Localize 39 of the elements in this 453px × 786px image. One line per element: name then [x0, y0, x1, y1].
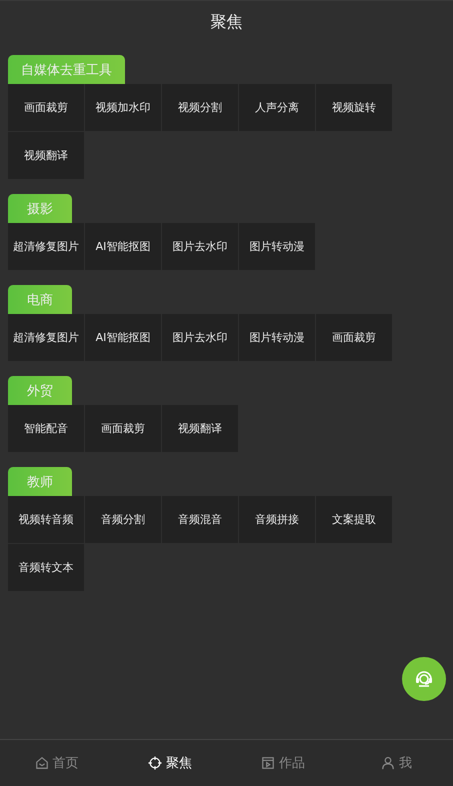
tool-button[interactable]: 画面裁剪: [8, 84, 84, 131]
customer-service-button[interactable]: [402, 657, 446, 701]
person-icon: [380, 756, 395, 770]
nav-tab[interactable]: 我: [340, 740, 453, 786]
home-icon: [34, 756, 49, 770]
tool-button[interactable]: 图片去水印: [162, 314, 238, 361]
tool-button[interactable]: 图片去水印: [162, 223, 238, 270]
nav-tab[interactable]: 首页: [0, 740, 114, 786]
tool-button[interactable]: AI智能抠图: [85, 314, 161, 361]
tool-button[interactable]: 音频拼接: [239, 496, 315, 543]
tool-button[interactable]: 视频转音频: [8, 496, 84, 543]
tool-button[interactable]: 视频分割: [162, 84, 238, 131]
category-tag: 电商: [8, 285, 72, 314]
tool-button[interactable]: 视频翻译: [8, 132, 84, 179]
tool-button[interactable]: 音频混音: [162, 496, 238, 543]
category-tag: 摄影: [8, 194, 72, 223]
nav-tab[interactable]: 聚焦: [113, 740, 226, 786]
tool-button[interactable]: 视频加水印: [85, 84, 161, 131]
tool-button[interactable]: 视频旋转: [316, 84, 392, 131]
tool-button[interactable]: 音频转文本: [8, 544, 84, 591]
tool-button[interactable]: 画面裁剪: [85, 405, 161, 452]
film-icon: [261, 756, 276, 770]
crosshair-icon: [148, 756, 162, 770]
category-tag: 自媒体去重工具: [8, 55, 125, 84]
tool-button[interactable]: 文案提取: [316, 496, 392, 543]
tool-button[interactable]: 视频翻译: [162, 405, 238, 452]
tool-button[interactable]: 图片转动漫: [239, 314, 315, 361]
category-tag: 教师: [8, 467, 72, 496]
tool-button[interactable]: 图片转动漫: [239, 223, 315, 270]
category-tag: 外贸: [8, 376, 72, 405]
tool-button[interactable]: 超清修复图片: [8, 314, 84, 361]
nav-tab[interactable]: 作品: [226, 740, 340, 786]
page-title: 聚焦: [210, 12, 242, 32]
tool-button[interactable]: 人声分离: [239, 84, 315, 131]
tool-button[interactable]: AI智能抠图: [85, 223, 161, 270]
tool-button[interactable]: 音频分割: [85, 496, 161, 543]
tool-button[interactable]: 超清修复图片: [8, 223, 84, 270]
tool-button[interactable]: 画面裁剪: [316, 314, 392, 361]
tool-button[interactable]: 智能配音: [8, 405, 84, 452]
